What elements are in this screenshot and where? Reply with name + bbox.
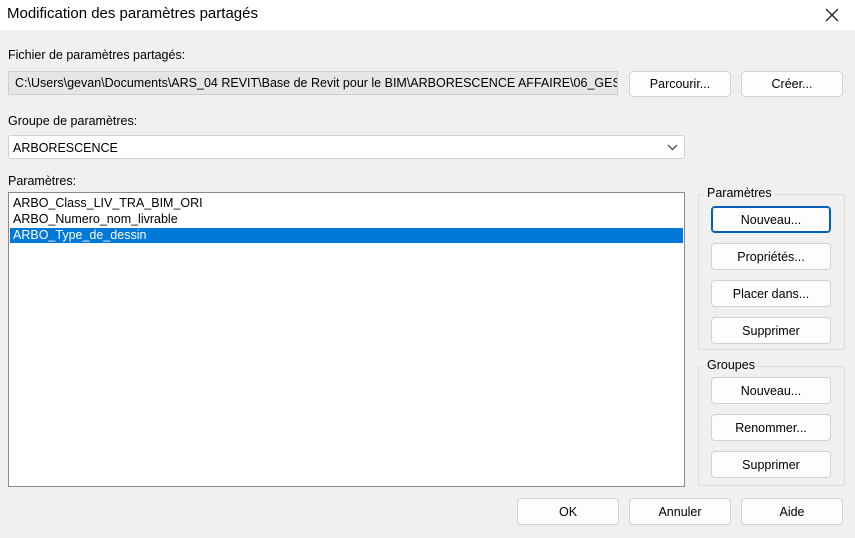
ok-button[interactable]: OK bbox=[517, 498, 619, 525]
new-parameter-button[interactable]: Nouveau... bbox=[711, 206, 831, 233]
list-item-selected[interactable]: ARBO_Type_de_dessin bbox=[10, 228, 683, 243]
close-button[interactable] bbox=[809, 0, 855, 30]
file-label: Fichier de paramètres partagés: bbox=[8, 48, 186, 62]
title-bar: Modification des paramètres partagés bbox=[0, 0, 855, 30]
cancel-button[interactable]: Annuler bbox=[629, 498, 731, 525]
groups-groupbox-title: Groupes bbox=[704, 358, 758, 372]
chevron-down-icon bbox=[667, 144, 678, 151]
help-button[interactable]: Aide bbox=[741, 498, 843, 525]
parameter-properties-button[interactable]: Propriétés... bbox=[711, 243, 831, 270]
new-group-button[interactable]: Nouveau... bbox=[711, 377, 831, 404]
group-select[interactable]: ARBORESCENCE bbox=[8, 135, 685, 159]
delete-group-button[interactable]: Supprimer bbox=[711, 451, 831, 478]
file-path-field: C:\Users\gevan\Documents\ARS_04 REVIT\Ba… bbox=[8, 71, 618, 95]
group-select-label: Groupe de paramètres: bbox=[8, 114, 138, 128]
list-item[interactable]: ARBO_Numero_nom_livrable bbox=[10, 212, 683, 227]
parameters-groupbox-title: Paramètres bbox=[704, 186, 775, 200]
list-item[interactable]: ARBO_Class_LIV_TRA_BIM_ORI bbox=[10, 196, 683, 211]
delete-parameter-button[interactable]: Supprimer bbox=[711, 317, 831, 344]
group-select-value: ARBORESCENCE bbox=[13, 141, 118, 155]
close-icon bbox=[825, 8, 839, 22]
rename-group-button[interactable]: Renommer... bbox=[711, 414, 831, 441]
browse-button[interactable]: Parcourir... bbox=[629, 71, 731, 97]
move-parameter-button[interactable]: Placer dans... bbox=[711, 280, 831, 307]
parameters-list[interactable]: ARBO_Class_LIV_TRA_BIM_ORI ARBO_Numero_n… bbox=[8, 192, 685, 487]
window-title: Modification des paramètres partagés bbox=[7, 5, 258, 22]
parameters-label: Paramètres: bbox=[8, 174, 77, 188]
create-button[interactable]: Créer... bbox=[741, 71, 843, 97]
